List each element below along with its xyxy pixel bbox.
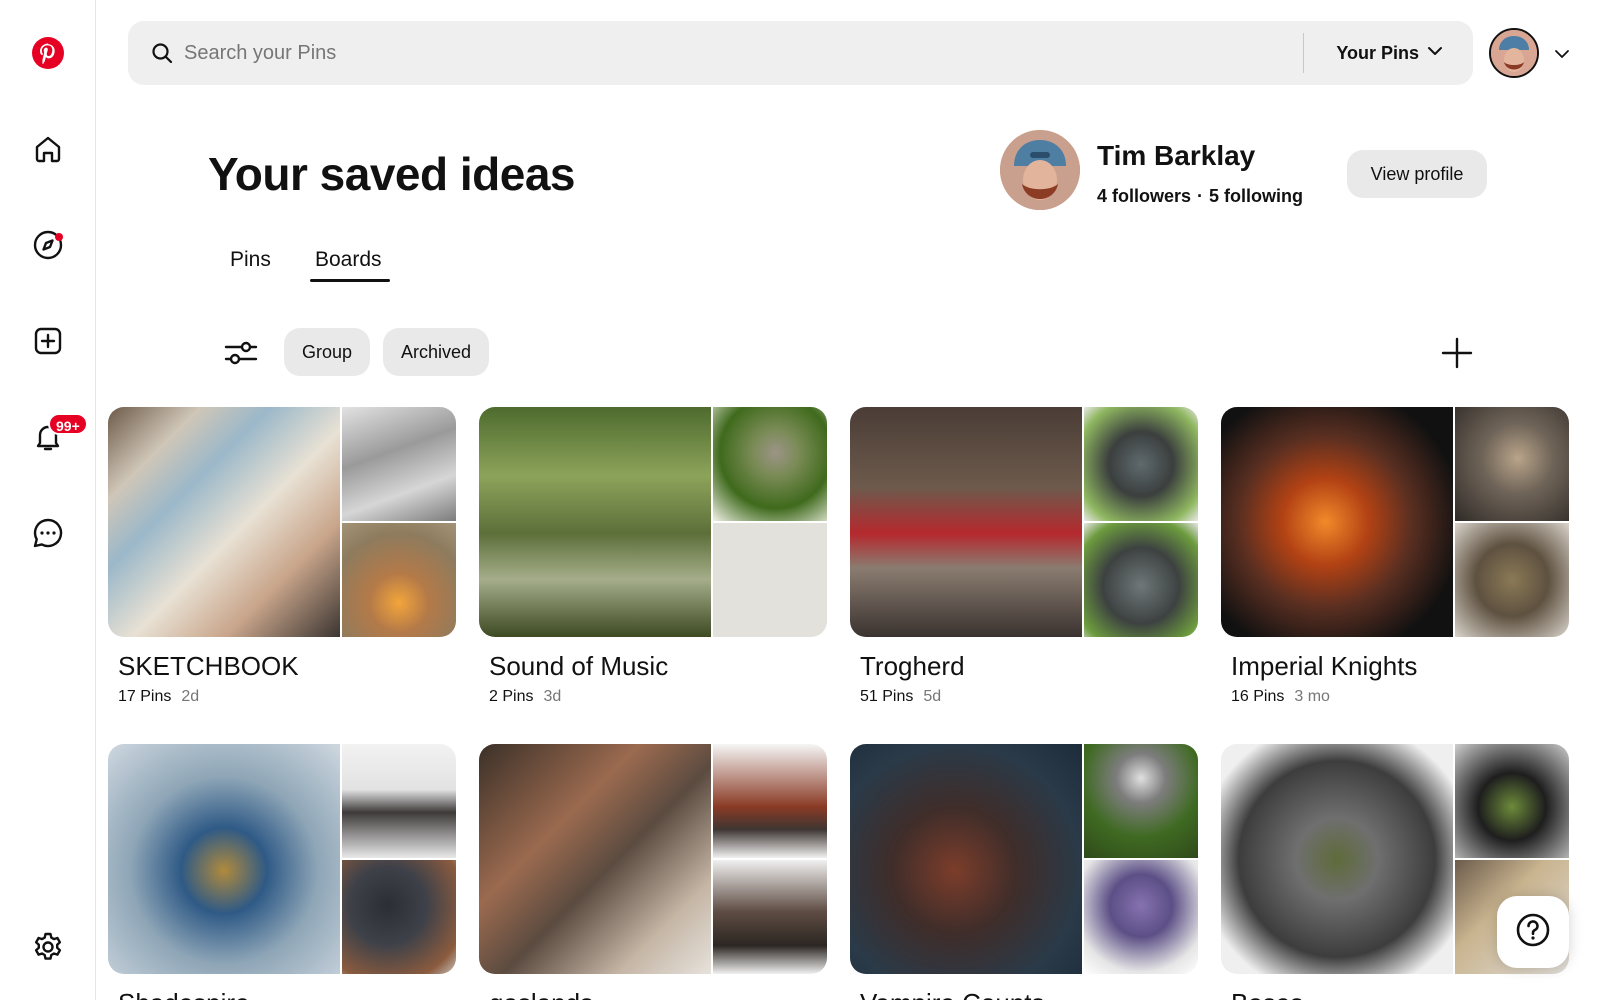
board-title: Sound of Music — [489, 651, 669, 681]
board-title: Imperial Knights — [1231, 651, 1418, 681]
board-title: gaslands — [489, 988, 827, 1000]
account-avatar[interactable] — [1489, 28, 1539, 78]
board-cover-placeholder — [713, 523, 827, 637]
search-icon — [150, 41, 174, 65]
home-icon[interactable] — [24, 125, 72, 173]
board-card[interactable]: Sound of Music 2 Pins 3d — [479, 407, 827, 706]
board-meta: 2 Pins 3d — [489, 688, 827, 706]
board-cover-image — [479, 744, 711, 974]
create-icon[interactable] — [24, 317, 72, 365]
board-cover-image — [1455, 407, 1569, 521]
board-updated-age: 2d — [181, 688, 200, 705]
page-title: Your saved ideas — [208, 148, 576, 200]
board-title: Bases — [1231, 988, 1569, 1000]
profile-name: Tim Barklay — [1097, 140, 1256, 171]
board-cover-image — [850, 744, 1082, 974]
board-cover-image — [713, 744, 827, 858]
board-cover — [1221, 407, 1569, 637]
chevron-down-icon — [1427, 43, 1443, 64]
search-scope-dropdown[interactable]: Your Pins — [1336, 43, 1443, 64]
board-meta: 51 Pins 5d — [860, 688, 1198, 706]
filter-sliders-icon[interactable] — [221, 333, 261, 373]
board-cover — [108, 744, 456, 974]
board-cover-image — [1221, 407, 1453, 637]
sidebar: 99+ — [0, 0, 96, 1000]
board-meta: 17 Pins 2d — [118, 688, 456, 706]
board-updated-age: 3 mo — [1294, 688, 1330, 705]
view-profile-button[interactable]: View profile — [1347, 150, 1487, 198]
board-cover-image — [1084, 860, 1198, 974]
board-updated-age: 5d — [923, 688, 942, 705]
help-button[interactable] — [1497, 896, 1569, 968]
pinterest-logo-icon[interactable] — [24, 29, 72, 77]
board-cover — [850, 744, 1198, 974]
search-input[interactable] — [184, 33, 1304, 73]
board-cover-image — [1084, 523, 1198, 637]
board-cover-image — [1084, 744, 1198, 858]
board-cover-image — [342, 407, 456, 521]
filter-chip-group[interactable]: Group — [284, 328, 371, 376]
tab-pins[interactable]: Pins — [230, 248, 271, 272]
board-card[interactable]: Trogherd 51 Pins 5d — [850, 407, 1198, 706]
board-cover-image — [713, 860, 827, 974]
board-pin-count: 16 Pins — [1231, 688, 1285, 705]
board-cover — [479, 407, 827, 637]
board-title: SKETCHBOOK — [118, 651, 299, 681]
board-cover-image — [342, 860, 456, 974]
board-card[interactable]: gaslands — [479, 744, 827, 1000]
notifications-icon[interactable]: 99+ — [24, 413, 88, 461]
active-tab-indicator — [310, 279, 390, 282]
explore-icon[interactable] — [24, 221, 72, 269]
board-card[interactable]: SKETCHBOOK 17 Pins 2d — [108, 407, 456, 706]
messages-icon[interactable] — [24, 509, 72, 557]
board-cover-image — [1221, 744, 1453, 974]
board-card[interactable]: Shadespire — [108, 744, 456, 1000]
add-board-plus-icon[interactable] — [1437, 333, 1477, 373]
stats-separator: · — [1197, 186, 1204, 206]
board-cover — [108, 407, 456, 637]
board-cover-image — [850, 407, 1082, 637]
board-pin-count: 51 Pins — [860, 688, 914, 705]
profile-avatar[interactable] — [1000, 130, 1080, 210]
board-pin-count: 17 Pins — [118, 688, 172, 705]
profile-stats: 4 followers · 5 following — [1097, 186, 1303, 207]
board-pin-count: 2 Pins — [489, 688, 534, 705]
board-cover-image — [108, 407, 340, 637]
board-cover — [479, 744, 827, 974]
explore-notification-dot — [55, 233, 63, 241]
board-cover-image — [1084, 407, 1198, 521]
board-title: Trogherd — [860, 651, 965, 681]
board-cover-image — [108, 744, 340, 974]
search-bar: Your Pins — [128, 21, 1473, 85]
search-scope-label: Your Pins — [1336, 42, 1419, 63]
board-card[interactable]: Vampire Counts — [850, 744, 1198, 1000]
board-meta: 16 Pins 3 mo — [1231, 688, 1569, 706]
board-cover-image — [1455, 523, 1569, 637]
question-mark-icon — [1515, 912, 1551, 953]
board-cover — [850, 407, 1198, 637]
board-cover-image — [1455, 744, 1569, 858]
settings-icon[interactable] — [24, 923, 72, 971]
board-cover-image — [342, 523, 456, 637]
board-cover-image — [713, 407, 827, 521]
following-count[interactable]: 5 following — [1209, 186, 1303, 207]
board-cover-image — [479, 407, 711, 637]
board-updated-age: 3d — [543, 688, 562, 705]
tab-boards[interactable]: Boards — [315, 248, 382, 272]
board-title: Vampire Counts — [860, 988, 1198, 1000]
followers-count[interactable]: 4 followers — [1097, 186, 1191, 207]
board-card[interactable]: Imperial Knights 16 Pins 3 mo — [1221, 407, 1569, 706]
board-title: Shadespire — [118, 988, 456, 1000]
filter-chip-archived[interactable]: Archived — [383, 328, 490, 376]
search-divider — [1303, 33, 1305, 73]
account-menu-chevron-icon[interactable] — [1552, 44, 1572, 64]
notification-badge: 99+ — [48, 413, 88, 435]
board-cover-image — [342, 744, 456, 858]
